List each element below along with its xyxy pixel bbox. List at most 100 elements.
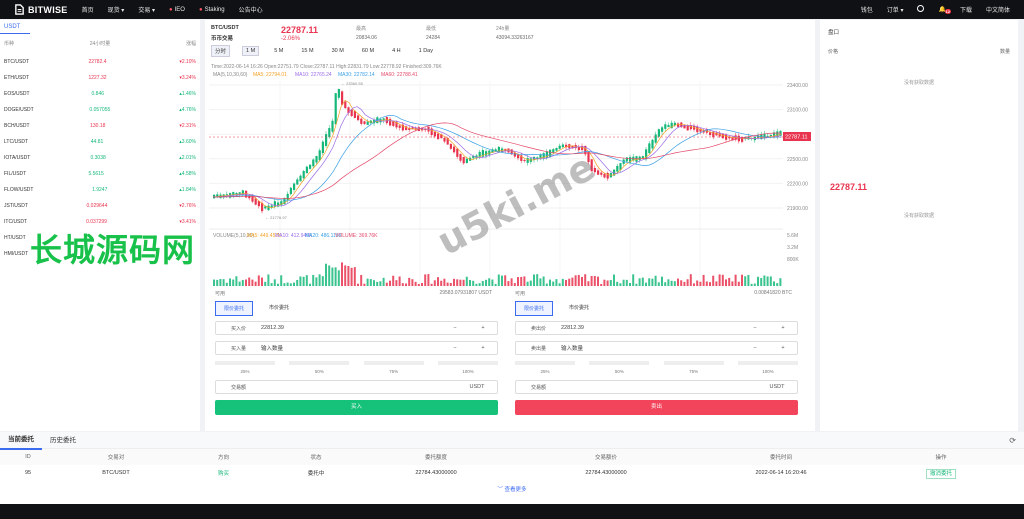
buy-price-field[interactable]: 买入价 22812.39− + — [215, 321, 498, 335]
volume-bar — [321, 276, 324, 286]
tab-4h[interactable]: 4 H — [389, 47, 404, 55]
sell-amount-field[interactable]: 卖出量 输入数量 − + — [515, 341, 798, 355]
nav-spot[interactable]: 现货 ▾ — [108, 5, 125, 14]
volume-bar — [597, 276, 599, 286]
volume-bar — [408, 277, 411, 286]
tab-current-orders[interactable]: 当前委托 — [0, 431, 42, 450]
sell-pct-25[interactable]: 25% — [515, 361, 575, 374]
refresh-icon[interactable]: ⟳ — [1001, 432, 1024, 449]
sell-price-field[interactable]: 卖出价 22812.39− + — [515, 321, 798, 335]
volume-bar — [734, 274, 737, 286]
tab-15m[interactable]: 15 M — [298, 47, 316, 55]
brand-logo[interactable]: BITWISE — [14, 4, 68, 15]
low-label: 最低 — [426, 26, 437, 32]
sell-price-minus[interactable]: − — [741, 325, 769, 331]
volume-bar — [603, 279, 606, 286]
volume-bar — [497, 274, 500, 286]
volume-bar — [296, 279, 299, 286]
volume-bar — [606, 280, 609, 286]
buy-price-plus[interactable]: + — [469, 325, 497, 331]
sell-price-value[interactable]: 22812.39 — [561, 325, 741, 331]
nav-home[interactable]: 首页 — [82, 5, 94, 14]
col-change[interactable]: 涨幅 — [186, 40, 196, 54]
market-tab-usdt[interactable]: USDT — [0, 20, 30, 34]
nav-announcements[interactable]: 公告中心 — [239, 5, 263, 14]
buy-market-tab[interactable]: 市价委托 — [261, 301, 297, 316]
nav-trade[interactable]: 交易 ▾ — [138, 5, 155, 14]
nav-staking[interactable]: Staking — [205, 7, 225, 13]
market-row[interactable]: DOGE/USDT 0.057055 ▴4.76% — [0, 102, 200, 118]
market-row[interactable]: BCH/USDT 130.18 ▾2.31% — [0, 118, 200, 134]
orders-header: ID 交易对 方向 状态 委托额度 交易额价 委托时间 操作 — [0, 449, 1024, 465]
view-more-link[interactable]: ﹀ 查看更多 — [0, 485, 1024, 493]
buy-amount-field[interactable]: 买入量 输入数量 − + — [215, 341, 498, 355]
sell-button[interactable]: 卖出 — [515, 400, 798, 415]
buy-price-minus[interactable]: − — [441, 325, 469, 331]
cancel-order-button[interactable]: 撤消委托 — [925, 469, 956, 479]
buy-price-value[interactable]: 22812.39 — [261, 325, 441, 331]
bell-icon[interactable]: 🔔 12 — [938, 6, 951, 14]
market-pair: FIL/USDT — [4, 171, 27, 177]
volume-bar — [593, 275, 596, 286]
buy-amount-input[interactable]: 输入数量 — [261, 344, 441, 352]
user-icon[interactable] — [917, 5, 925, 14]
market-price: 0.3038 — [90, 155, 106, 161]
market-row[interactable]: LTC/USDT 44.81 ▴3.60% — [0, 134, 200, 150]
buy-pct-25[interactable]: 25% — [215, 361, 275, 374]
buy-pct-100[interactable]: 100% — [437, 361, 498, 374]
buy-pct-50[interactable]: 50% — [289, 361, 350, 374]
sell-percent-slider[interactable]: 25% 50% 75% 100% — [515, 361, 798, 374]
volume-bar — [510, 278, 513, 286]
sell-pct-100[interactable]: 100% — [737, 361, 798, 374]
sell-amount-input[interactable]: 输入数量 — [561, 344, 741, 352]
market-row[interactable]: EOS/USDT 0.846 ▴1.46% — [0, 86, 200, 102]
buy-total-field[interactable]: 交易额 USDT — [215, 380, 498, 394]
tab-history-orders[interactable]: 历史委托 — [42, 432, 84, 449]
sell-amount-plus[interactable]: + — [769, 345, 797, 351]
sell-amount-minus[interactable]: − — [741, 345, 769, 351]
nav-language[interactable]: 中文简体 — [986, 5, 1010, 14]
tab-1day[interactable]: 1 Day — [416, 47, 436, 55]
nav-orders[interactable]: 订单 ▾ — [887, 5, 904, 14]
col-coin[interactable]: 币种 — [4, 40, 14, 54]
market-row[interactable]: FLOW/USDT 1.9247 ▴1.84% — [0, 182, 200, 198]
sell-price-plus[interactable]: + — [769, 325, 797, 331]
chevron-down-icon: ﹀ — [497, 487, 505, 493]
candle — [296, 179, 299, 185]
buy-button[interactable]: 买入 — [215, 400, 498, 415]
volume-bar — [373, 280, 375, 286]
sell-limit-tab[interactable]: 限价委托 — [515, 301, 554, 316]
market-row[interactable]: ETH/USDT 1227.32 ▾3.24% — [0, 70, 200, 86]
market-row[interactable]: FIL/USDT 5.5615 ▴4.58% — [0, 166, 200, 182]
nav-ieo[interactable]: IEO — [175, 7, 185, 13]
tab-1m[interactable]: 1 M — [242, 46, 260, 56]
candle — [709, 132, 712, 136]
sell-market-tab[interactable]: 市价委托 — [561, 301, 597, 316]
buy-percent-slider[interactable]: 25% 50% 75% 100% — [215, 361, 498, 374]
sell-pct-75[interactable]: 75% — [663, 361, 724, 374]
sell-pct-50[interactable]: 50% — [589, 361, 650, 374]
volume-bar — [536, 274, 539, 286]
volume-bar — [686, 279, 689, 286]
tab-60m[interactable]: 60 M — [359, 47, 377, 55]
buy-pct-75[interactable]: 75% — [363, 361, 424, 374]
market-change: ▾2.76% — [179, 203, 196, 209]
col-volume[interactable]: 24小时量 — [90, 40, 111, 54]
buy-limit-tab[interactable]: 限价委托 — [215, 301, 254, 316]
market-row[interactable]: IOTA/USDT 0.3038 ▴2.01% — [0, 150, 200, 166]
market-row[interactable]: BTC/USDT 22782.4 ▾2.10% — [0, 54, 200, 70]
market-row[interactable]: JST/USDT 0.029644 ▾2.76% — [0, 198, 200, 214]
tab-5m[interactable]: 5 M — [271, 47, 286, 55]
tab-timeline[interactable]: 分时 — [211, 45, 231, 57]
volume-bar — [315, 277, 318, 286]
buy-amount-minus[interactable]: − — [441, 345, 469, 351]
volume-bar — [533, 274, 535, 286]
kline-chart[interactable]: Time:2022-06-14 16:26 Open:22751.79 Clos… — [205, 61, 815, 291]
buy-amount-plus[interactable]: + — [469, 345, 497, 351]
nav-wallet[interactable]: 钱包 — [861, 5, 873, 14]
nav-download[interactable]: 下载 — [960, 5, 972, 14]
sell-total-field[interactable]: 交易额 USDT — [515, 380, 798, 394]
candle — [462, 156, 465, 164]
volume-bar — [776, 283, 779, 286]
tab-30m[interactable]: 30 M — [329, 47, 347, 55]
